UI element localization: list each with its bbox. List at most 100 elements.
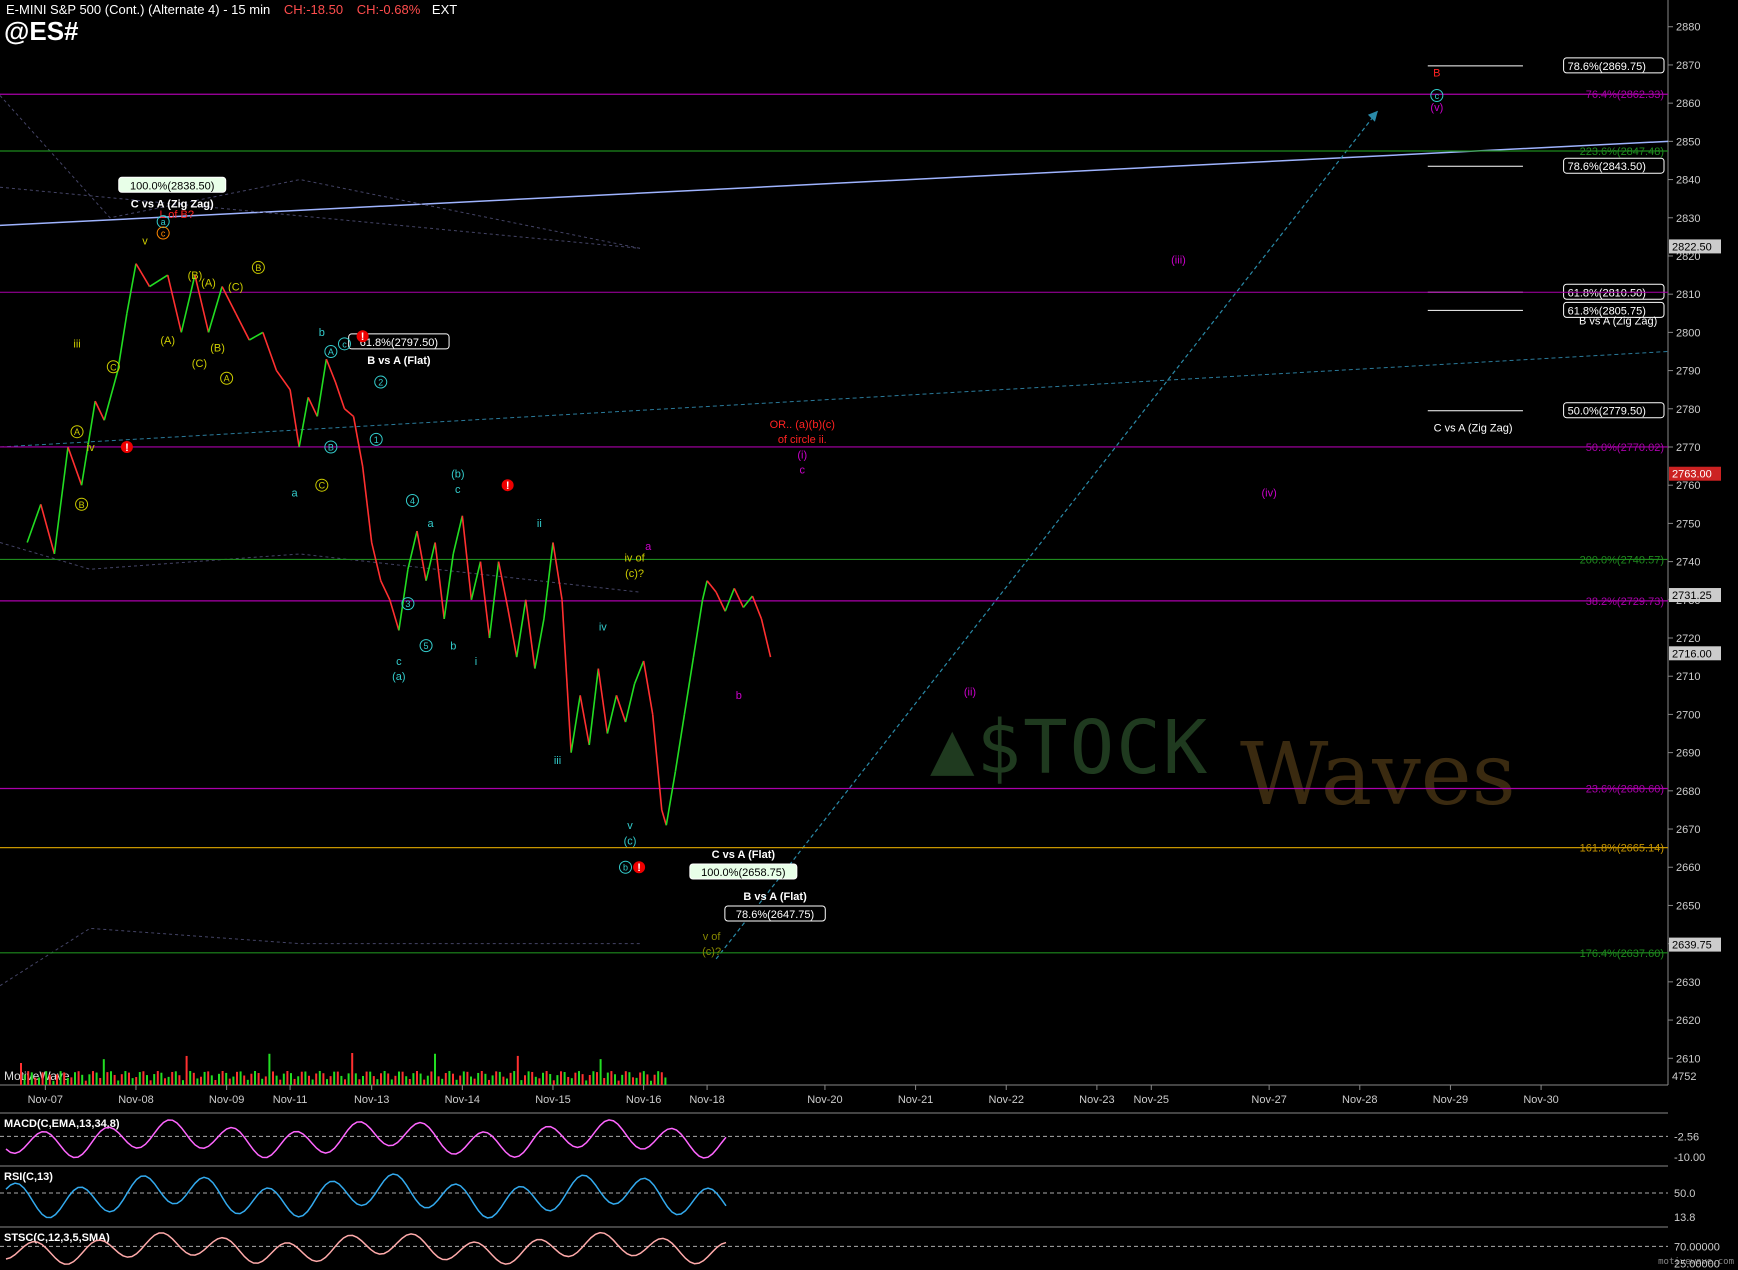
price-segment (633, 660, 645, 685)
volume-bar (581, 1074, 584, 1085)
volume-bar (282, 1073, 285, 1085)
price-segment (461, 515, 473, 600)
volume-bar (488, 1079, 490, 1085)
volume-bar (592, 1071, 595, 1085)
volume-bar (372, 1076, 375, 1085)
volume-bar (574, 1072, 577, 1085)
price-segment (307, 396, 319, 417)
wave-label: (iv) (1261, 488, 1276, 500)
volume-bar (48, 1074, 51, 1085)
price-chart[interactable]: 2610262026302640265026602670268026902700… (0, 0, 1738, 1270)
wave-label: B vs A (Zig Zag) (1579, 316, 1657, 328)
volume-bar (239, 1071, 242, 1085)
volume-bar (491, 1075, 494, 1085)
target-caption: B vs A (Flat) (743, 891, 807, 903)
volume-bar (318, 1071, 321, 1085)
target-box-label: 100.0%(2838.50) (130, 180, 214, 192)
price-segment (706, 580, 717, 593)
price-segment (588, 668, 600, 746)
volume-bar (311, 1079, 314, 1085)
volume-bar (243, 1075, 246, 1085)
time-tick-label: Nov-27 (1251, 1094, 1286, 1106)
wave-label: (A) (201, 278, 216, 290)
price-segment (40, 504, 56, 555)
price-tick-label: 2610 (1676, 1053, 1700, 1065)
volume-bar (257, 1073, 260, 1085)
price-segment (506, 607, 518, 658)
wave-label: (v) (1430, 102, 1443, 114)
volume-bar (657, 1071, 660, 1085)
volume-bar (344, 1079, 346, 1085)
stoch-tick-label: 70.00000 (1674, 1241, 1720, 1253)
price-segment (443, 553, 455, 620)
fib-level-label: 176.4%(2637.60) (1580, 948, 1664, 960)
wave-label: iv (599, 621, 607, 633)
wave-circle-label: 1 (374, 435, 379, 445)
wave-label: (B) (188, 270, 203, 282)
wave-circle-label: A (328, 347, 334, 357)
volume-bar (545, 1071, 548, 1085)
wave-label: b (450, 640, 456, 652)
volume-bar (149, 1080, 152, 1085)
volume-bar (585, 1080, 588, 1085)
volume-bar (160, 1072, 163, 1085)
volume-bar (264, 1076, 267, 1085)
price-segment (715, 591, 726, 612)
time-tick-label: Nov-08 (118, 1094, 153, 1106)
volume-bar (419, 1073, 422, 1085)
volume-bar (628, 1072, 631, 1085)
price-segment (207, 286, 223, 333)
price-segment (683, 656, 695, 715)
price-segment (488, 561, 500, 639)
price-tag-label: 2639.75 (1672, 940, 1712, 952)
wave-label: C vs A (Zig Zag) (1434, 423, 1513, 435)
price-tick-label: 2670 (1676, 824, 1700, 836)
volume-bar (210, 1075, 213, 1085)
price-segment (180, 274, 196, 333)
volume-bar (477, 1072, 480, 1085)
volume-bar (81, 1074, 84, 1085)
price-segment (452, 515, 464, 555)
wave-circle-label: 2 (378, 378, 383, 388)
volume-bar (41, 1072, 44, 1085)
price-tick-label: 2760 (1676, 480, 1700, 492)
wave-label: a (645, 541, 652, 553)
target-box-label: 100.0%(2658.75) (701, 867, 785, 879)
wave-label: (c)? (625, 568, 644, 580)
volume-bar (455, 1079, 458, 1085)
price-segment (479, 561, 491, 639)
price-segment (407, 530, 418, 570)
wave-label: (C) (228, 281, 243, 293)
price-segment (543, 542, 554, 620)
volume-bar (570, 1078, 573, 1085)
time-tick-label: Nov-20 (807, 1094, 842, 1106)
volume-bar (542, 1072, 544, 1085)
price-segment (606, 695, 618, 734)
volume-bar (513, 1071, 516, 1085)
volume-bar (448, 1071, 451, 1085)
wave-label: b (319, 327, 325, 339)
wave-circle-label: B (79, 500, 85, 510)
fib-level-label: 161.8%(2665.14) (1580, 843, 1664, 855)
price-segment (742, 595, 754, 608)
volume-bar (534, 1076, 537, 1085)
volume-bar (588, 1074, 591, 1085)
volume-bar (192, 1072, 195, 1085)
price-segment (248, 331, 264, 341)
volume-bar (351, 1053, 354, 1085)
volume-bar (408, 1078, 411, 1085)
volume-bar (470, 1076, 472, 1085)
price-segment (275, 370, 291, 391)
volume-bar (315, 1073, 318, 1085)
volume-bar (531, 1071, 534, 1085)
volume-bar (624, 1071, 627, 1085)
volume-bar (639, 1072, 642, 1085)
volume-bar (466, 1071, 469, 1085)
price-tick-label: 2880 (1676, 22, 1700, 34)
wave-label: c (455, 484, 461, 496)
volume-bar (354, 1073, 357, 1085)
price-segment (579, 695, 591, 746)
volume-bar (110, 1071, 112, 1085)
alert-icon-mark: ! (506, 480, 510, 492)
stoch-tick-label: 25.00000 (1674, 1259, 1720, 1270)
